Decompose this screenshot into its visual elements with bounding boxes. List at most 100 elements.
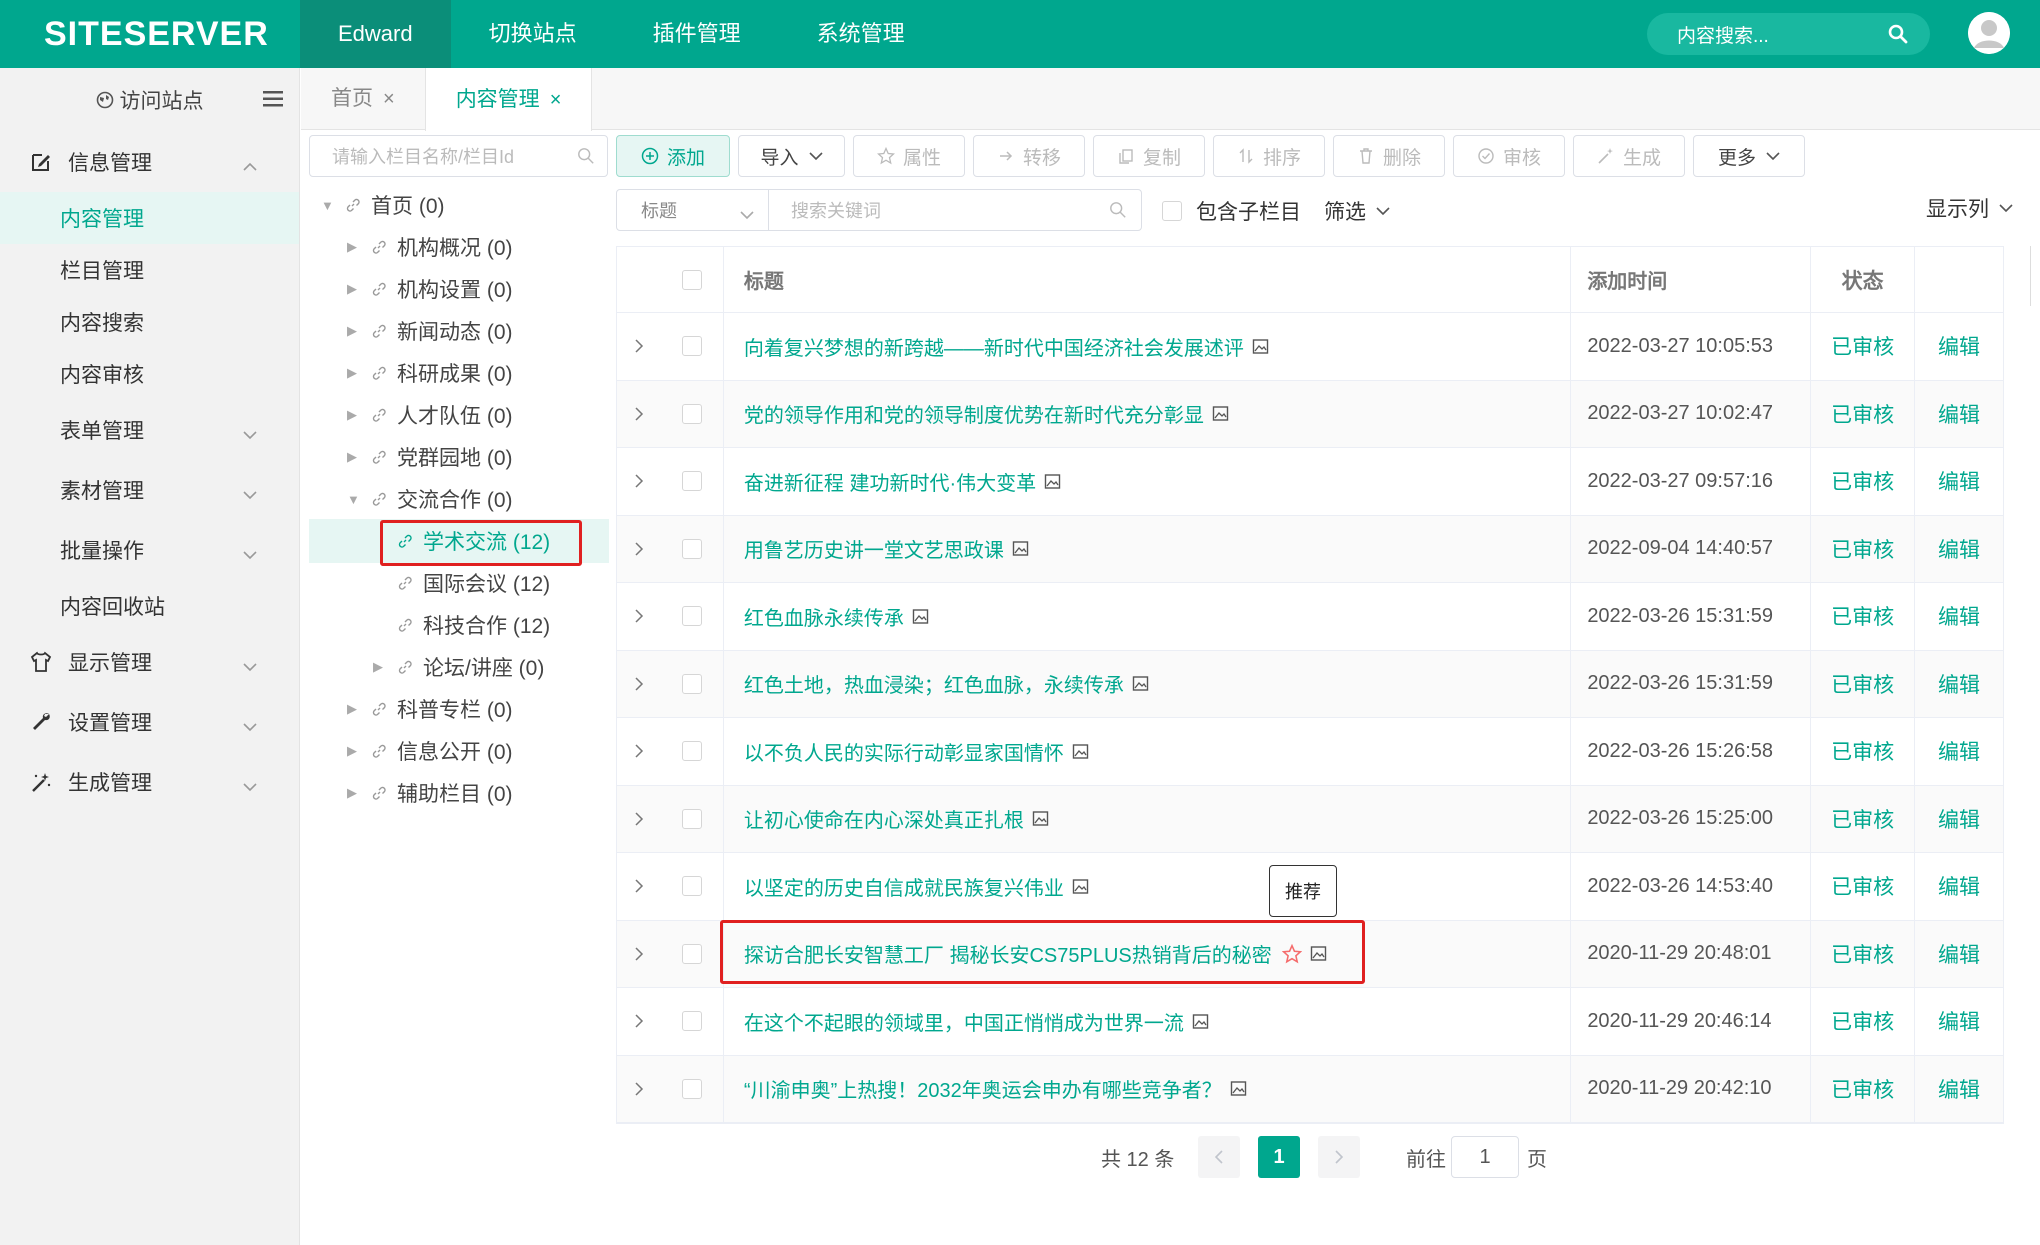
status-link[interactable]: 已审核	[1811, 853, 1916, 920]
visit-site-link[interactable]: 访问站点	[0, 68, 299, 132]
sidebar-item-content-search[interactable]: 内容搜索	[0, 296, 299, 348]
status-link[interactable]: 已审核	[1811, 1055, 1916, 1122]
content-title-link[interactable]: 红色血脉永续传承	[744, 602, 904, 631]
expand-row-icon[interactable]	[617, 406, 661, 422]
sidebar-item-content-audit[interactable]: 内容审核	[0, 348, 299, 400]
expand-row-icon[interactable]	[617, 473, 661, 489]
status-link[interactable]: 已审核	[1811, 785, 1916, 852]
tree-node[interactable]: ▶ 机构设置 (0)	[347, 268, 513, 310]
edit-link[interactable]: 编辑	[1915, 920, 2004, 987]
expand-row-icon[interactable]	[617, 1013, 661, 1029]
page-button-current[interactable]: 1	[1258, 1136, 1300, 1178]
sidebar-group-display[interactable]: 显示管理	[0, 632, 299, 692]
menu-toggle-icon[interactable]	[263, 90, 285, 114]
attributes-button[interactable]: 属性	[853, 135, 965, 177]
expand-row-icon[interactable]	[617, 946, 661, 962]
channel-search-input[interactable]: 请输入栏目名称/栏目Id	[309, 135, 608, 177]
edit-link[interactable]: 编辑	[1915, 650, 2004, 717]
copy-button[interactable]: 复制	[1093, 135, 1205, 177]
tree-node[interactable]: ▶ 论坛/讲座 (0)	[373, 646, 544, 688]
content-title-link[interactable]: 红色土地，热血浸染；红色血脉，永续传承	[744, 669, 1124, 698]
tree-node[interactable]: ▶ 辅助栏目 (0)	[347, 772, 513, 814]
sidebar-item-channels[interactable]: 栏目管理	[0, 244, 299, 296]
tree-node[interactable]: ▼ 交流合作 (0)	[347, 478, 513, 520]
row-checkbox[interactable]	[681, 876, 702, 897]
edit-link[interactable]: 编辑	[1915, 380, 2004, 447]
sidebar-item-recycle[interactable]: 内容回收站	[0, 580, 299, 632]
caret-down-icon[interactable]: ▼	[321, 198, 337, 213]
sidebar-group-settings[interactable]: 设置管理	[0, 692, 299, 752]
row-checkbox[interactable]	[681, 673, 702, 694]
caret-right-icon[interactable]: ▶	[347, 365, 363, 381]
sidebar-item-content[interactable]: 内容管理	[0, 192, 299, 244]
sidebar-item-materials[interactable]: 素材管理	[0, 460, 299, 520]
edit-link[interactable]: 编辑	[1915, 313, 2004, 380]
edit-link[interactable]: 编辑	[1915, 583, 2004, 650]
row-checkbox[interactable]	[681, 1078, 702, 1099]
nav-plugins[interactable]: 插件管理	[615, 0, 779, 68]
recommend-star-icon[interactable]	[1281, 943, 1302, 964]
generate-button[interactable]: 生成	[1573, 135, 1685, 177]
tree-node[interactable]: ▶ 新闻动态 (0)	[347, 310, 513, 352]
tree-node[interactable]: ▶ 信息公开 (0)	[347, 730, 513, 772]
caret-right-icon[interactable]: ▶	[347, 701, 363, 717]
row-checkbox[interactable]	[681, 606, 702, 627]
status-link[interactable]: 已审核	[1811, 920, 1916, 987]
keyword-search-input[interactable]: 搜索关键词	[768, 189, 1142, 231]
expand-row-icon[interactable]	[617, 1081, 661, 1097]
include-children-checkbox[interactable]: 包含子栏目	[1162, 196, 1301, 226]
siteserver-logo[interactable]: SITESERVER	[0, 0, 300, 68]
status-link[interactable]: 已审核	[1811, 515, 1916, 582]
filter-dropdown[interactable]: 筛选	[1324, 196, 1390, 226]
expand-row-icon[interactable]	[617, 811, 661, 827]
row-checkbox[interactable]	[681, 538, 702, 559]
more-button[interactable]: 更多	[1693, 135, 1805, 177]
tab-content-management[interactable]: 内容管理 ×	[424, 68, 593, 131]
status-link[interactable]: 已审核	[1811, 718, 1916, 785]
caret-down-icon[interactable]: ▼	[347, 492, 363, 507]
caret-right-icon[interactable]: ▶	[347, 239, 363, 255]
sidebar-item-batch[interactable]: 批量操作	[0, 520, 299, 580]
content-title-link[interactable]: “川渝申奥”上热搜！2032年奥运会申办有哪些竞争者？	[744, 1074, 1222, 1103]
status-link[interactable]: 已审核	[1811, 583, 1916, 650]
sidebar-group-generate[interactable]: 生成管理	[0, 752, 299, 812]
sidebar-item-forms[interactable]: 表单管理	[0, 400, 299, 460]
edit-link[interactable]: 编辑	[1915, 515, 2004, 582]
edit-link[interactable]: 编辑	[1915, 853, 2004, 920]
row-checkbox[interactable]	[681, 741, 702, 762]
content-title-link[interactable]: 向着复兴梦想的新跨越——新时代中国经济社会发展述评	[744, 332, 1244, 361]
caret-right-icon[interactable]: ▶	[373, 659, 389, 675]
nav-switch-site[interactable]: 切换站点	[451, 0, 615, 68]
tree-node-selected[interactable]: 学术交流 (12)	[397, 520, 550, 562]
audit-button[interactable]: 审核	[1453, 135, 1565, 177]
row-checkbox[interactable]	[681, 1011, 702, 1032]
expand-row-icon[interactable]	[617, 541, 661, 557]
content-title-link[interactable]: 探访合肥长安智慧工厂 揭秘长安CS75PLUS热销背后的秘密	[744, 939, 1272, 968]
caret-right-icon[interactable]: ▶	[347, 785, 363, 801]
tree-node[interactable]: ▶ 党群园地 (0)	[347, 436, 513, 478]
edit-link[interactable]: 编辑	[1915, 1055, 2004, 1122]
row-checkbox[interactable]	[681, 471, 702, 492]
delete-button[interactable]: 删除	[1333, 135, 1445, 177]
tree-node[interactable]: ▶ 人才队伍 (0)	[347, 394, 513, 436]
edit-link[interactable]: 编辑	[1915, 718, 2004, 785]
caret-right-icon[interactable]: ▶	[347, 407, 363, 423]
expand-row-icon[interactable]	[617, 676, 661, 692]
edit-link[interactable]: 编辑	[1915, 988, 2004, 1055]
search-icon[interactable]	[1109, 201, 1127, 224]
tree-node[interactable]: ▶ 科普专栏 (0)	[347, 688, 513, 730]
scrollbar[interactable]	[2030, 246, 2031, 306]
nav-user[interactable]: Edward	[300, 0, 451, 68]
row-checkbox[interactable]	[681, 943, 702, 964]
content-title-link[interactable]: 以不负人民的实际行动彰显家国情怀	[744, 737, 1064, 766]
sidebar-group-info[interactable]: 信息管理	[0, 132, 299, 192]
row-checkbox[interactable]	[681, 403, 702, 424]
sort-button[interactable]: 排序	[1213, 135, 1325, 177]
user-avatar-icon[interactable]	[1968, 12, 2010, 54]
import-button[interactable]: 导入	[738, 135, 845, 177]
status-link[interactable]: 已审核	[1811, 448, 1916, 515]
columns-dropdown[interactable]: 显示列	[1926, 193, 2013, 223]
content-title-link[interactable]: 让初心使命在内心深处真正扎根	[744, 804, 1024, 833]
caret-right-icon[interactable]: ▶	[347, 281, 363, 297]
checkbox[interactable]	[1162, 201, 1182, 221]
